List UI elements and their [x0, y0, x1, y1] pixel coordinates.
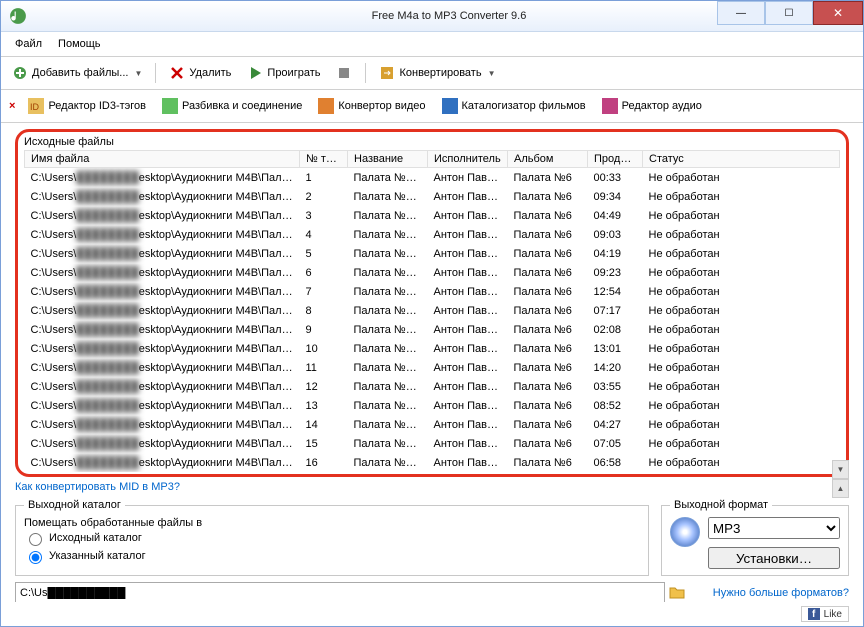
split-icon — [162, 98, 178, 114]
more-formats-link[interactable]: Нужно больше форматов? — [713, 585, 849, 601]
id3-editor-button[interactable]: IDРедактор ID3-тэгов — [21, 95, 153, 117]
audio-editor-button[interactable]: Редактор аудио — [595, 95, 709, 117]
place-files-label: Помещать обработанные файлы в — [24, 517, 640, 529]
table-row[interactable]: C:\Users\████████esktop\Аудиокниги M4B\П… — [25, 301, 840, 320]
output-format-legend: Выходной формат — [670, 499, 772, 511]
table-row[interactable]: C:\Users\████████esktop\Аудиокниги M4B\П… — [25, 339, 840, 358]
toolbar-close-icon[interactable]: × — [5, 100, 19, 112]
play-icon — [247, 65, 263, 81]
menu-file[interactable]: Файл — [7, 36, 50, 52]
col-filename[interactable]: Имя файла — [25, 151, 300, 168]
radio-source-catalog[interactable] — [29, 533, 42, 546]
scroll-down-icon[interactable]: ▼ — [832, 460, 849, 479]
table-row[interactable]: C:\Users\████████esktop\Аудиокниги M4B\П… — [25, 320, 840, 339]
delete-button[interactable]: Удалить — [162, 62, 238, 84]
source-files-title: Исходные файлы — [24, 136, 840, 148]
radio-custom-catalog[interactable] — [29, 551, 42, 564]
svg-text:ID: ID — [30, 102, 40, 112]
close-button[interactable]: ✕ — [813, 1, 863, 25]
table-row[interactable]: C:\Users\████████esktop\Аудиокниги M4B\П… — [25, 415, 840, 434]
convert-button[interactable]: Конвертировать▼ — [372, 62, 502, 84]
source-files-group: Исходные файлы Имя файла № т… Название И… — [15, 129, 849, 477]
col-artist[interactable]: Исполнитель — [428, 151, 508, 168]
output-format-group: Выходной формат MP3 Установки… — [661, 499, 849, 576]
disc-icon — [670, 517, 700, 547]
col-album[interactable]: Альбом — [508, 151, 588, 168]
table-row[interactable]: C:\Users\████████esktop\Аудиокниги M4B\П… — [25, 244, 840, 263]
app-window: Free M4a to MP3 Converter 9.6 — ☐ ✕ Файл… — [0, 0, 864, 627]
app-icon — [9, 7, 27, 25]
footer: fLike — [1, 602, 863, 626]
table-row[interactable]: C:\Users\████████esktop\Аудиокниги M4B\П… — [25, 282, 840, 301]
stop-button[interactable] — [329, 62, 359, 84]
menubar: Файл Помощь — [1, 32, 863, 57]
play-button[interactable]: Проиграть — [240, 62, 327, 84]
table-row[interactable]: C:\Users\████████esktop\Аудиокниги M4B\П… — [25, 263, 840, 282]
stop-icon — [336, 65, 352, 81]
table-row[interactable]: C:\Users\████████esktop\Аудиокниги M4B\П… — [25, 187, 840, 206]
convert-icon — [379, 65, 395, 81]
output-path-input[interactable] — [15, 582, 665, 602]
add-files-button[interactable]: Добавить файлы...▼ — [5, 62, 149, 84]
table-row[interactable]: C:\Users\████████esktop\Аудиокниги M4B\П… — [25, 358, 840, 377]
video-converter-button[interactable]: Конвертор видео — [311, 95, 432, 117]
help-link[interactable]: Как конвертировать MID в MP3? — [15, 479, 849, 495]
format-select[interactable]: MP3 — [708, 517, 840, 539]
main-toolbar: Добавить файлы...▼ Удалить Проиграть Кон… — [1, 57, 863, 90]
folder-browse-icon[interactable] — [669, 585, 685, 601]
tag-icon: ID — [28, 98, 44, 114]
x-icon — [169, 65, 185, 81]
table-row[interactable]: C:\Users\████████esktop\Аудиокниги M4B\П… — [25, 453, 840, 472]
col-status[interactable]: Статус — [643, 151, 840, 168]
file-table[interactable]: Имя файла № т… Название Исполнитель Альб… — [24, 150, 840, 472]
table-header[interactable]: Имя файла № т… Название Исполнитель Альб… — [25, 151, 840, 168]
maximize-button[interactable]: ☐ — [765, 1, 813, 25]
scroll-up-icon[interactable]: ▲ — [832, 479, 849, 498]
table-row[interactable]: C:\Users\████████esktop\Аудиокниги M4B\П… — [25, 396, 840, 415]
table-row[interactable]: C:\Users\████████esktop\Аудиокниги M4B\П… — [25, 206, 840, 225]
col-track[interactable]: № т… — [300, 151, 348, 168]
movie-catalog-button[interactable]: Каталогизатор фильмов — [435, 95, 593, 117]
video-icon — [318, 98, 334, 114]
table-row[interactable]: C:\Users\████████esktop\Аудиокниги M4B\П… — [25, 434, 840, 453]
minimize-button[interactable]: — — [717, 1, 765, 25]
plus-icon — [12, 65, 28, 81]
audio-icon — [602, 98, 618, 114]
table-row[interactable]: C:\Users\████████esktop\Аудиокниги M4B\П… — [25, 377, 840, 396]
like-button[interactable]: fLike — [801, 606, 849, 622]
output-catalog-group: Выходной каталог Помещать обработанные ф… — [15, 499, 649, 576]
output-catalog-legend: Выходной каталог — [24, 499, 125, 511]
col-name[interactable]: Название — [348, 151, 428, 168]
film-icon — [442, 98, 458, 114]
secondary-toolbar: × IDРедактор ID3-тэгов Разбивка и соедин… — [1, 90, 863, 123]
settings-button[interactable]: Установки… — [708, 547, 840, 569]
titlebar: Free M4a to MP3 Converter 9.6 — ☐ ✕ — [1, 1, 863, 32]
split-join-button[interactable]: Разбивка и соединение — [155, 95, 309, 117]
col-duration[interactable]: Прод… — [588, 151, 643, 168]
table-row[interactable]: C:\Users\████████esktop\Аудиокниги M4B\П… — [25, 168, 840, 188]
table-row[interactable]: C:\Users\████████esktop\Аудиокниги M4B\П… — [25, 225, 840, 244]
menu-help[interactable]: Помощь — [50, 36, 109, 52]
facebook-icon: f — [808, 608, 820, 620]
